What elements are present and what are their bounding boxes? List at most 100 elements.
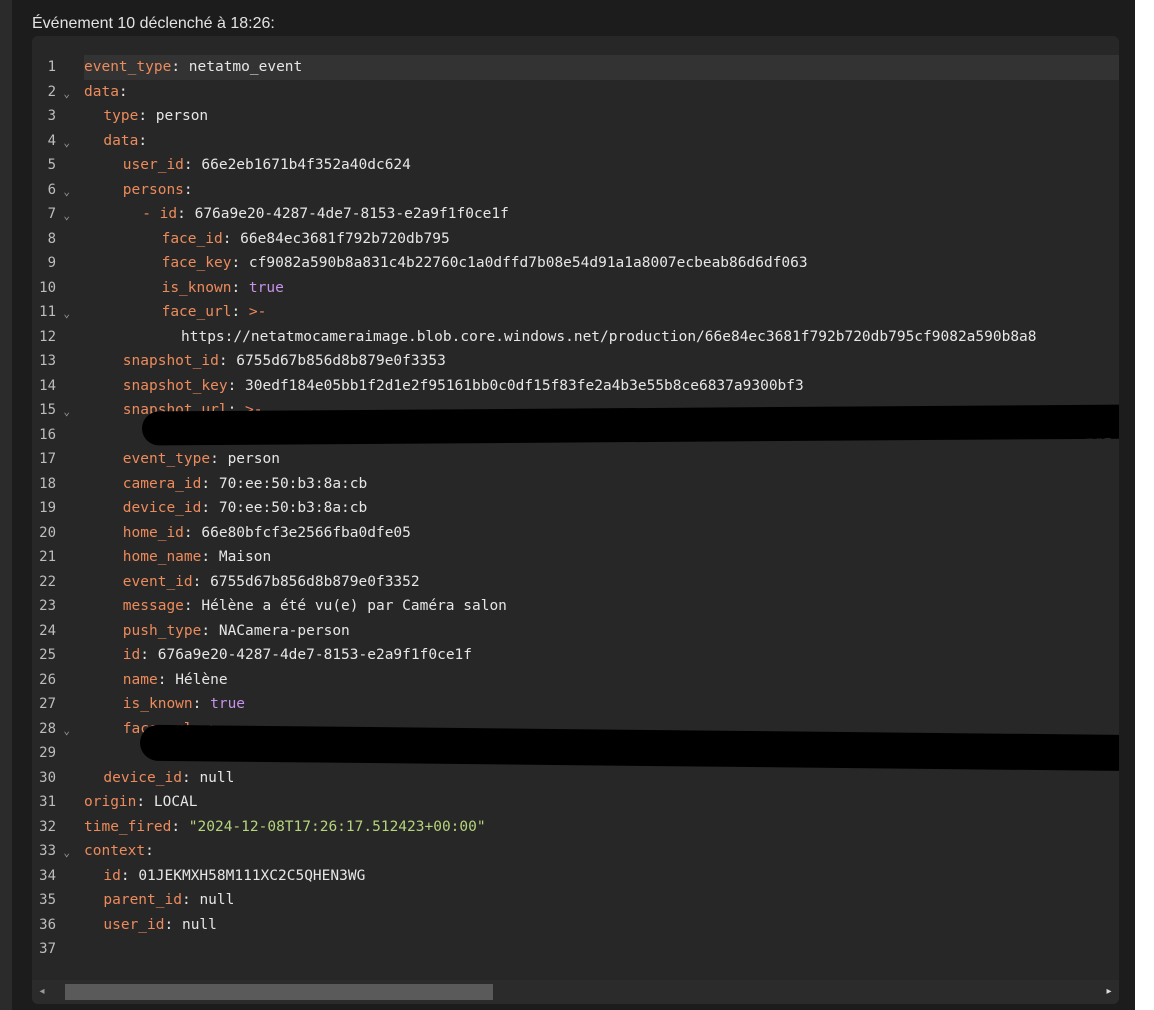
yaml-key: origin xyxy=(84,794,137,810)
horizontal-scrollbar[interactable]: ◂ ▸ xyxy=(32,980,1119,1004)
key-colon: : xyxy=(171,818,189,835)
fold-chevron-icon[interactable]: ⌄ xyxy=(63,180,70,205)
code-line[interactable] xyxy=(84,937,1119,962)
fold-chevron-icon[interactable]: ⌄ xyxy=(63,204,70,229)
code-line[interactable]: context: xyxy=(84,839,1119,864)
code-line[interactable]: https://netatmocameraimage.blob.core.win… xyxy=(84,325,1119,350)
yaml-value: null xyxy=(199,769,235,786)
scroll-left-arrow-icon[interactable]: ◂ xyxy=(34,980,50,1004)
yaml-value: 01JEKMXH58M111XC2C5QHEN3WG xyxy=(138,867,366,884)
code-line[interactable]: name: Hélène xyxy=(84,668,1119,693)
yaml-key: snapshot_id xyxy=(122,353,219,369)
gutter-line: 12 xyxy=(32,325,82,350)
code-line[interactable]: - id: 676a9e20-4287-4de7-8153-e2a9f1f0ce… xyxy=(84,202,1119,227)
code-line[interactable]: message: Hélène a été vu(e) par Caméra s… xyxy=(84,594,1119,619)
yaml-value: LOCAL xyxy=(153,794,198,810)
key-colon: : xyxy=(210,451,228,467)
fold-chevron-icon[interactable]: ⌄ xyxy=(63,302,70,327)
yaml-key: face_key xyxy=(161,255,232,271)
key-colon: : xyxy=(201,622,219,639)
yaml-code-editor[interactable]: 1 2 ⌄ 3 4 ⌄ 5 6 ⌄ 7 ⌄ 8 9 10 11 ⌄ 12 13 14 15 ⌄ 16 17 18 19 20 21 2… xyxy=(32,36,1119,1004)
code-line[interactable]: parent_id: null xyxy=(84,888,1119,913)
code-line[interactable]: id: 676a9e20-4287-4de7-8153-e2a9f1f0ce1f xyxy=(84,643,1119,668)
line-number: 11 xyxy=(39,304,56,320)
yaml-value: person xyxy=(227,451,280,467)
line-number: 3 xyxy=(47,108,56,124)
key-colon: : xyxy=(222,230,241,247)
code-line[interactable]: home_id: 66e80bfcf3e2566fba0dfe05 xyxy=(84,521,1119,546)
code-line[interactable]: id: 01JEKMXH58M111XC2C5QHEN3WG xyxy=(84,864,1119,889)
code-line[interactable]: type: person xyxy=(84,104,1119,129)
code-line[interactable]: data: xyxy=(84,80,1119,105)
line-number: 27 xyxy=(39,696,56,712)
key-colon: : xyxy=(140,647,158,663)
code-line[interactable]: user_id: 66e2eb1671b4f352a40dc624 xyxy=(84,153,1119,178)
code-line[interactable]: device_id: 70:ee:50:b3:8a:cb xyxy=(84,496,1119,521)
scrollbar-thumb[interactable] xyxy=(65,984,493,1000)
key-colon: : xyxy=(138,108,156,124)
code-line[interactable]: persons: xyxy=(84,178,1119,203)
key-colon: : xyxy=(181,769,200,786)
code-line[interactable]: camera_id: 70:ee:50:b3:8a:cb xyxy=(84,472,1119,497)
yaml-key: id xyxy=(122,647,141,663)
line-number: 22 xyxy=(39,573,56,590)
key-colon: : xyxy=(157,671,176,688)
key-colon: : xyxy=(218,353,237,369)
fold-chevron-icon[interactable]: ⌄ xyxy=(63,719,70,744)
code-line[interactable]: user_id: null xyxy=(84,913,1119,938)
line-number: 6 xyxy=(47,181,56,198)
code-line[interactable]: event_type: netatmo_event xyxy=(84,55,1119,80)
key-colon: : xyxy=(171,59,189,75)
code-line[interactable]: snapshot_key: 30edf184e05bb1f2d1e2f95161… xyxy=(84,374,1119,399)
code-line[interactable]: time_fired: "2024-12-08T17:26:17.512423+… xyxy=(84,815,1119,840)
code-line[interactable]: face_id: 66e84ec3681f792b720db795 xyxy=(84,227,1119,252)
line-number: 10 xyxy=(39,279,56,296)
line-number: 4 xyxy=(47,132,56,149)
code-line[interactable]: home_name: Maison xyxy=(84,545,1119,570)
gutter-line: 31 xyxy=(32,790,82,815)
code-line[interactable]: snapshot_id: 6755d67b856d8b879e0f3353 xyxy=(84,349,1119,374)
gutter-line: 20 xyxy=(32,521,82,546)
key-colon: : xyxy=(177,206,195,222)
gutter-line: 36 xyxy=(32,913,82,938)
yaml-value: 6755d67b856d8b879e0f3353 xyxy=(236,353,446,369)
line-number: 35 xyxy=(39,892,56,908)
code-line[interactable]: data: xyxy=(84,129,1119,154)
line-number: 1 xyxy=(47,59,56,75)
code-line[interactable]: face_key: cf9082a590b8a831c4b22760c1a0df… xyxy=(84,251,1119,276)
line-number: 32 xyxy=(39,818,56,835)
code-line[interactable]: event_id: 6755d67b856d8b879e0f3352 xyxy=(84,570,1119,595)
yaml-key: data xyxy=(84,83,119,100)
gutter-line: 37 xyxy=(32,937,82,962)
code-line[interactable]: is_known: true xyxy=(84,692,1119,717)
line-number: 25 xyxy=(39,647,56,663)
yaml-value: 676a9e20-4287-4de7-8153-e2a9f1f0ce1f xyxy=(157,647,473,663)
code-line[interactable]: origin: LOCAL xyxy=(84,790,1119,815)
key-colon: : xyxy=(192,696,211,712)
gutter-line: 2 ⌄ xyxy=(32,80,82,105)
line-number: 18 xyxy=(39,475,56,492)
code-line[interactable]: event_type: person xyxy=(84,447,1119,472)
code-line[interactable]: is_known: true xyxy=(84,276,1119,301)
fold-chevron-icon[interactable]: ⌄ xyxy=(63,82,70,107)
code-line[interactable]: face_url: >- xyxy=(84,300,1119,325)
line-number: 7 xyxy=(47,206,56,222)
fold-chevron-icon[interactable]: ⌄ xyxy=(63,400,70,425)
line-number: 8 xyxy=(47,230,56,247)
yaml-key: device_id xyxy=(122,500,202,516)
key-colon: : xyxy=(201,500,219,516)
gutter-line: 19 xyxy=(32,496,82,521)
code-line[interactable]: push_type: NACamera-person xyxy=(84,619,1119,644)
scroll-right-arrow-icon[interactable]: ▸ xyxy=(1101,980,1117,1004)
fold-chevron-icon[interactable]: ⌄ xyxy=(63,131,70,156)
gutter-line: 8 xyxy=(32,227,82,252)
line-number: 24 xyxy=(39,622,56,639)
event-card: Événement 10 déclenché à 18:26: 1 2 ⌄ 3 4 ⌄ 5 6… xyxy=(12,0,1135,1010)
gutter-line: 10 xyxy=(32,276,82,301)
code-area[interactable]: event_type: netatmo_event data: type: pers… xyxy=(84,36,1119,980)
gutter-line: 29 xyxy=(32,741,82,766)
gutter-line: 30 xyxy=(32,766,82,791)
line-number: 5 xyxy=(47,157,56,173)
fold-chevron-icon[interactable]: ⌄ xyxy=(63,841,70,866)
gutter-line: 25 xyxy=(32,643,82,668)
